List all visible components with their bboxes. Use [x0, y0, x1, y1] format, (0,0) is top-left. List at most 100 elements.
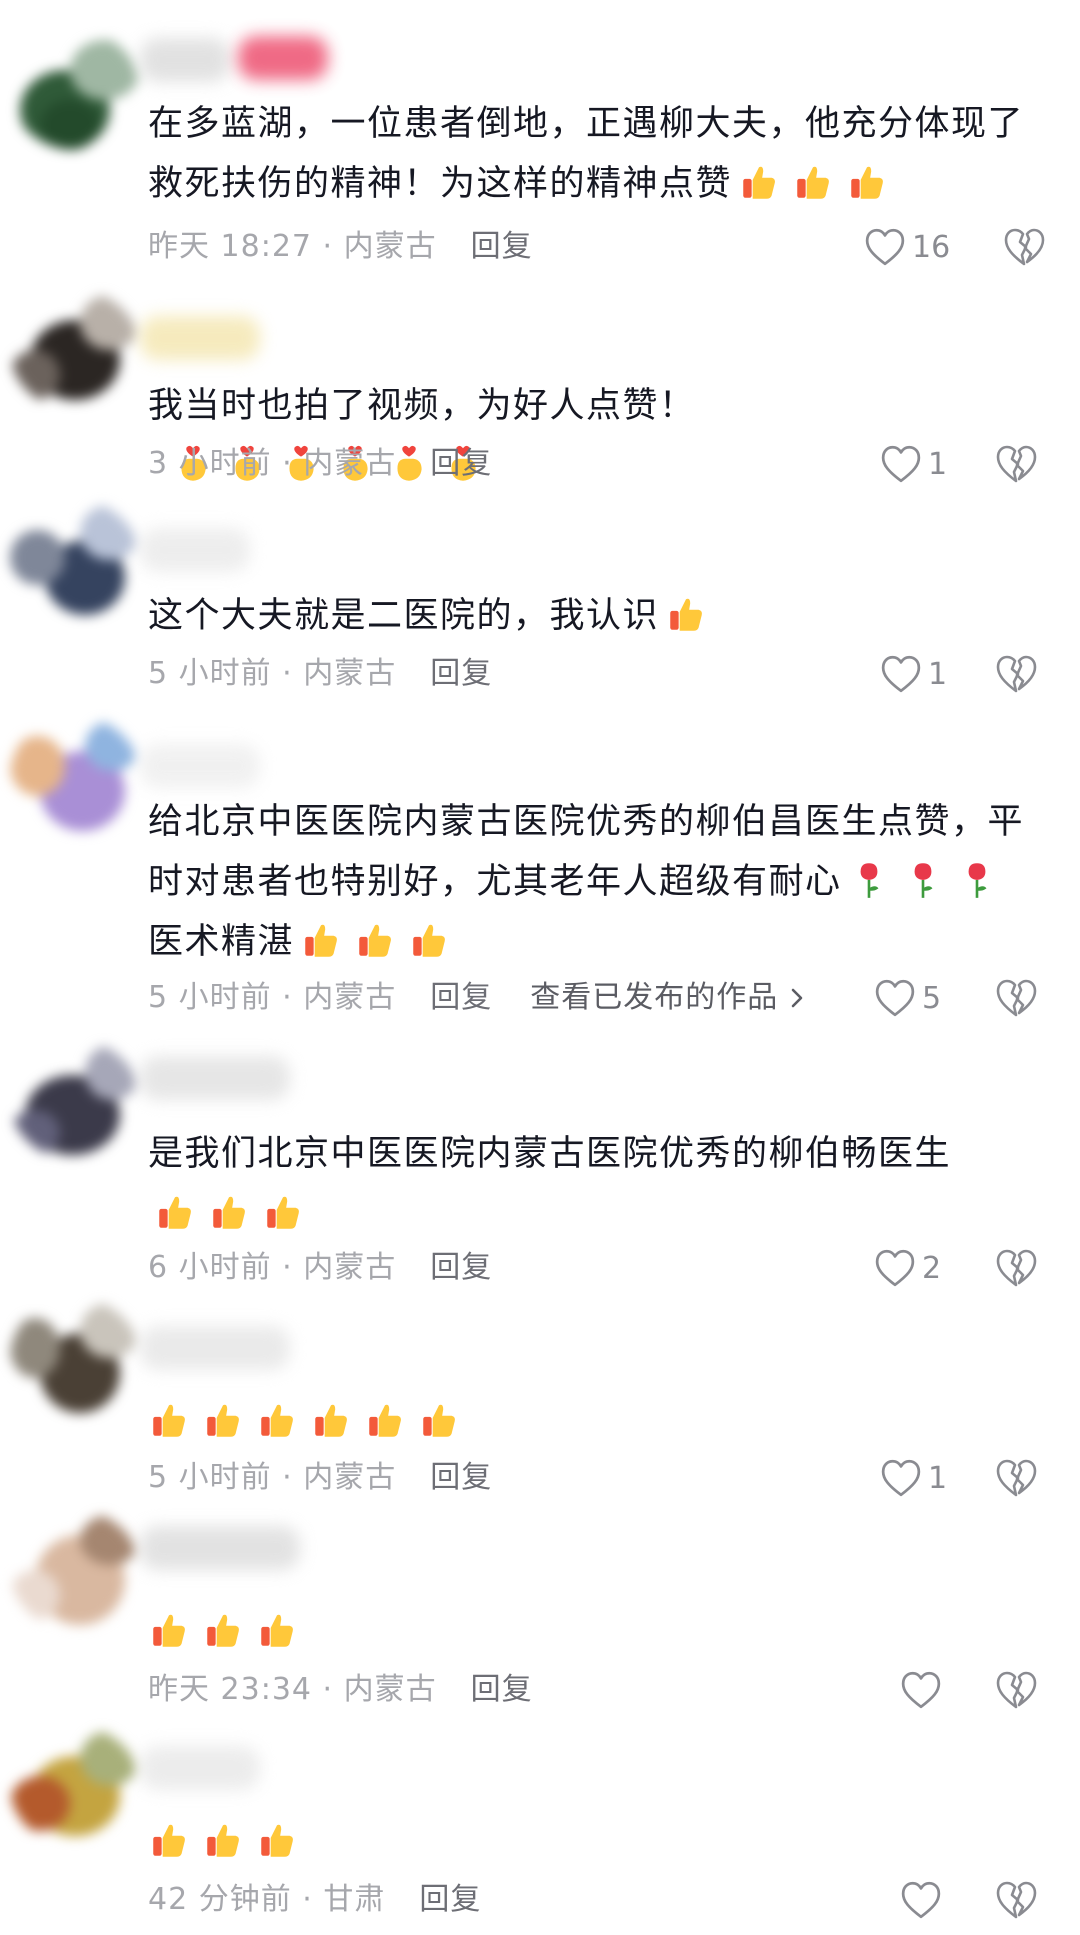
- thumbs-up-icon: [213, 1196, 245, 1229]
- emoji-group: [148, 1184, 310, 1244]
- like-button[interactable]: [900, 1668, 948, 1712]
- reply-button[interactable]: 回复: [471, 225, 533, 269]
- avatar[interactable]: [10, 30, 140, 150]
- comment-list: 在多蓝湖，一位患者倒地，正遇柳大夫，他充分体现了救死扶伤的精神！为这样的精神点赞…: [0, 0, 1080, 1935]
- dislike-button[interactable]: [994, 1668, 1038, 1712]
- comment-text: 给北京中医医院内蒙古医院优秀的柳伯昌医生点赞，平时对患者也特别好，尤其老年人超级…: [148, 792, 1028, 972]
- thumbs-up-icon: [261, 1824, 293, 1857]
- username-blurred[interactable]: [140, 1326, 290, 1370]
- emoji-group: [142, 1602, 304, 1662]
- comment-text-body: 是我们北京中医医院内蒙古医院优秀的柳伯畅医生: [148, 1134, 952, 1174]
- thumbs-up-icon: [261, 1614, 293, 1647]
- rose-icon: [860, 863, 878, 898]
- timestamp-location: 3 小时前 · 内蒙古: [148, 446, 397, 481]
- avatar[interactable]: [10, 1040, 140, 1160]
- rose-icon: [968, 863, 986, 898]
- username-blurred[interactable]: [140, 1056, 290, 1100]
- timestamp-location: 昨天 18:27 · 内蒙古: [148, 229, 437, 264]
- rose-icon: [914, 863, 932, 898]
- avatar[interactable]: [10, 1510, 140, 1630]
- username-blurred[interactable]: [140, 316, 260, 360]
- heart-icon: [901, 1671, 941, 1709]
- username-blurred[interactable]: [140, 38, 230, 82]
- username-blurred[interactable]: [140, 1526, 300, 1570]
- broken-heart-icon: [996, 1459, 1037, 1497]
- thumbs-up-icon: [153, 1824, 185, 1857]
- avatar[interactable]: [10, 500, 140, 620]
- timestamp-location: 5 小时前 · 内蒙古: [148, 980, 397, 1015]
- dislike-button[interactable]: [994, 1878, 1038, 1922]
- thumbs-up-icon: [207, 1614, 239, 1647]
- like-count: 2: [922, 1250, 942, 1286]
- broken-heart-icon: [996, 1881, 1037, 1919]
- heart-icon: [875, 1249, 915, 1287]
- heart-icon: [901, 1881, 941, 1919]
- username-blurred[interactable]: [140, 528, 250, 572]
- thumbs-up-icon: [267, 1196, 299, 1229]
- thumbs-up-icon: [743, 166, 775, 199]
- dislike-button[interactable]: [994, 976, 1038, 1020]
- emoji-group: [659, 586, 713, 646]
- broken-heart-icon: [1004, 228, 1045, 266]
- like-button[interactable]: 1: [880, 442, 947, 486]
- like-count: 5: [922, 980, 942, 1016]
- thumbs-up-icon: [423, 1404, 455, 1437]
- reply-button[interactable]: 回复: [430, 1456, 492, 1500]
- broken-heart-icon: [996, 655, 1037, 693]
- comment-text: [148, 1392, 1028, 1452]
- reply-button[interactable]: 回复: [430, 442, 492, 486]
- thumbs-up-icon: [851, 166, 883, 199]
- reply-button[interactable]: 回复: [430, 1246, 492, 1290]
- like-button[interactable]: 2: [874, 1246, 941, 1290]
- timestamp-location: 5 小时前 · 内蒙古: [148, 656, 397, 691]
- comment-text: 是我们北京中医医院内蒙古医院优秀的柳伯畅医生: [148, 1124, 1028, 1244]
- dislike-button[interactable]: [994, 1456, 1038, 1500]
- reply-button[interactable]: 回复: [430, 652, 492, 696]
- broken-heart-icon: [996, 1249, 1037, 1287]
- comment-text: [148, 1812, 1028, 1872]
- chevron-right-icon: [791, 988, 803, 1008]
- thumbs-up-icon: [359, 924, 391, 957]
- dislike-button[interactable]: [1002, 225, 1046, 269]
- reply-button[interactable]: 回复: [430, 976, 492, 1020]
- thumbs-up-icon: [153, 1614, 185, 1647]
- like-button[interactable]: [900, 1878, 948, 1922]
- avatar[interactable]: [10, 1726, 140, 1846]
- emoji-group: [294, 912, 456, 972]
- thumbs-up-icon: [413, 924, 445, 957]
- emoji-group: [732, 154, 894, 214]
- dislike-button[interactable]: [994, 442, 1038, 486]
- thumbs-up-icon: [207, 1404, 239, 1437]
- heart-icon: [875, 979, 915, 1017]
- like-button[interactable]: 16: [864, 225, 950, 269]
- timestamp-location: 6 小时前 · 内蒙古: [148, 1250, 397, 1285]
- timestamp-location: 5 小时前 · 内蒙古: [148, 1460, 397, 1495]
- reply-button[interactable]: 回复: [471, 1668, 533, 1712]
- heart-icon: [881, 1459, 921, 1497]
- view-published-works-link[interactable]: 查看已发布的作品: [530, 976, 812, 1020]
- like-button[interactable]: 1: [880, 1456, 947, 1500]
- dislike-button[interactable]: [994, 652, 1038, 696]
- comment-text: 这个大夫就是二医院的，我认识: [148, 586, 1028, 646]
- like-count: 16: [912, 229, 951, 265]
- thumbs-up-icon: [670, 598, 702, 631]
- timestamp-location: 昨天 23:34 · 内蒙古: [148, 1672, 437, 1707]
- avatar[interactable]: [10, 290, 140, 410]
- username-blurred[interactable]: [140, 1746, 260, 1790]
- like-button[interactable]: 5: [874, 976, 941, 1020]
- thumbs-up-icon: [315, 1404, 347, 1437]
- heart-icon: [881, 445, 921, 483]
- like-count: 1: [928, 1460, 948, 1496]
- like-button[interactable]: 1: [880, 652, 947, 696]
- comment-text-body: 医术精湛: [148, 922, 295, 962]
- avatar[interactable]: [10, 1298, 140, 1418]
- thumbs-up-icon: [207, 1824, 239, 1857]
- dislike-button[interactable]: [994, 1246, 1038, 1290]
- reply-button[interactable]: 回复: [419, 1878, 481, 1922]
- comment-text: [148, 1602, 1028, 1662]
- broken-heart-icon: [996, 979, 1037, 1017]
- avatar[interactable]: [10, 716, 140, 836]
- view-published-works-label: 查看已发布的作品: [530, 980, 779, 1015]
- comment-text: 在多蓝湖，一位患者倒地，正遇柳大夫，他充分体现了救死扶伤的精神！为这样的精神点赞: [148, 94, 1028, 214]
- username-blurred[interactable]: [140, 744, 260, 788]
